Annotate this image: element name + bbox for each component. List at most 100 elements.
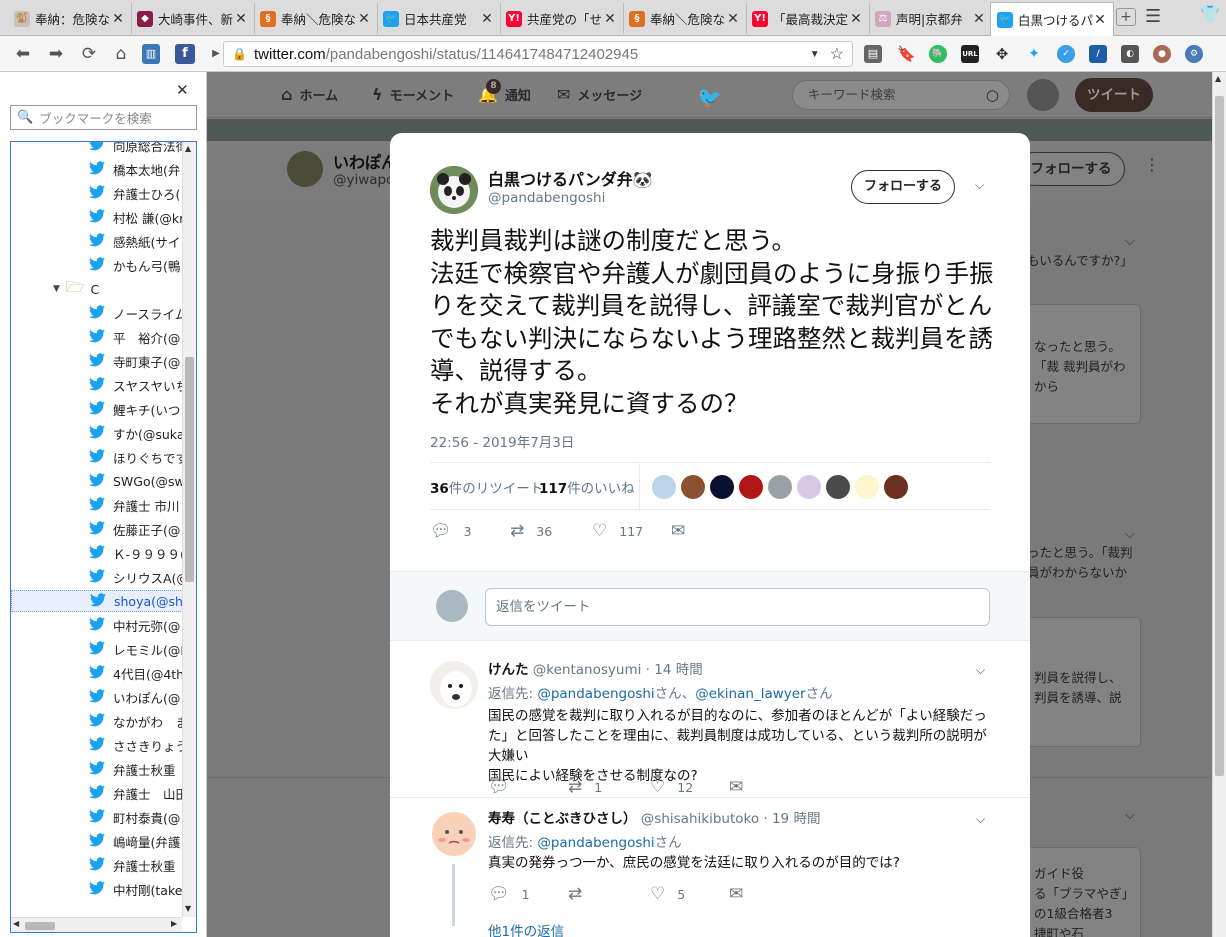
pocket-icon[interactable]: ◐ <box>1121 45 1139 63</box>
bookmarks-icon[interactable]: ▥ <box>142 44 160 64</box>
reply-author-handle[interactable]: @kentanosyumi <box>533 662 642 678</box>
browser-tab[interactable]: ◆ 大崎事件、新 ✕ <box>131 3 255 34</box>
liker-avatar[interactable] <box>739 475 763 499</box>
url-extension-icon[interactable]: URL <box>961 45 979 63</box>
reply-time[interactable]: · 14 時間 <box>646 662 703 678</box>
liker-avatar[interactable] <box>681 475 705 499</box>
reply-tweet[interactable]: けんた @kentanosyumi · 14 時間 ⌵ 返信先: @pandab… <box>390 641 1030 798</box>
bookmark-item[interactable]: 向原総合法律 <box>11 142 183 156</box>
browser-tab[interactable]: Y! 「最高裁決定 ✕ <box>746 3 870 34</box>
bookmark-item[interactable]: レモミル(@L <box>11 638 183 660</box>
reply-to-link[interactable]: @pandabengoshi <box>537 835 654 851</box>
scroll-thumb[interactable] <box>185 357 194 582</box>
liker-avatar[interactable] <box>797 475 821 499</box>
bookmark-item[interactable]: かもん弓(鴨 <box>11 254 183 276</box>
liker-avatar[interactable] <box>652 475 676 499</box>
check-icon[interactable]: ✓ <box>1057 45 1075 63</box>
bookmark-item[interactable]: ささきりょう( <box>11 734 183 756</box>
bookmark-item[interactable]: 中村元弥(@ <box>11 614 183 636</box>
retweet-action[interactable]: ⇄ <box>568 884 594 904</box>
browser-tab[interactable]: § 奉納＼危険な ✕ <box>254 3 378 34</box>
close-tab-icon[interactable]: ✕ <box>111 11 125 27</box>
reply-to-link[interactable]: @pandabengoshi <box>537 686 654 702</box>
reply-to-link[interactable]: @ekinan_lawyer <box>695 686 805 702</box>
reply-author-name[interactable]: 寿寿（ことぶきひさし） <box>488 811 637 827</box>
liker-avatar[interactable] <box>826 475 850 499</box>
chevron-down-icon[interactable]: ⌵ <box>976 663 985 678</box>
folder-expand-icon[interactable]: ▼ <box>53 284 60 294</box>
profile-avatar[interactable] <box>287 151 323 187</box>
chevron-down-icon[interactable]: ⌵ <box>976 812 985 827</box>
home-icon[interactable]: ⌂ <box>110 44 132 64</box>
nav-messages[interactable]: ✉ メッセージ <box>557 85 642 104</box>
move-icon[interactable]: ✥ <box>993 45 1011 63</box>
tab-list-menu-icon[interactable]: ☰ <box>1145 6 1161 27</box>
browser-tab[interactable]: 🐦 白黒つけるパ ✕ <box>990 2 1114 36</box>
more-replies-link[interactable]: 他1件の返信 <box>488 920 564 937</box>
nav-home[interactable]: ⌂ ホーム <box>281 85 338 104</box>
browser-tab[interactable]: § 奉納＼危険な ✕ <box>623 3 747 34</box>
reply-tweet[interactable]: 寿寿（ことぶきひさし） @shisahikibutoko · 19 時間 ⌵ 返… <box>390 798 1030 937</box>
close-tab-icon[interactable]: ✕ <box>234 11 248 27</box>
bookmark-item[interactable]: 弁護士 市川 <box>11 494 183 516</box>
reply-action[interactable]: 💬︎ 1 <box>488 884 530 904</box>
dropbox-icon[interactable]: ✦ <box>1025 45 1043 63</box>
likes-stat[interactable]: 117件のいいね <box>539 477 635 497</box>
bookmark-item[interactable]: すか(@suka <box>11 422 183 444</box>
chevron-down-icon[interactable]: ⌵ <box>1125 808 1135 823</box>
bookmark-star-icon[interactable]: ☆ <box>830 44 844 64</box>
bookmark-folder[interactable]: ▼ 🗁 C <box>11 278 183 300</box>
reply-author-handle[interactable]: @shisahikibutoko <box>641 811 759 827</box>
bookmark-tree[interactable]: 向原総合法律 橋本太地(弁 弁護士ひろ(村松 謙(@kr 感熱紙(サイ かもん弓(鴨 ▼ 🗁… <box>10 141 197 933</box>
url-dropdown-icon[interactable]: ▼ <box>810 49 820 60</box>
reply-action[interactable]: 💬︎ <box>488 777 522 797</box>
bookmark-search-input[interactable]: 🔍 ブックマークを検索 <box>10 105 197 130</box>
reply-author-avatar[interactable] <box>430 810 478 858</box>
chevron-down-icon[interactable]: ⌵ <box>975 178 984 193</box>
like-action[interactable]: ♡ 12 <box>650 777 693 797</box>
bookmark-item[interactable]: 中村剛(take <box>11 878 183 900</box>
retweet-action[interactable]: ⇄ 1 <box>568 777 602 797</box>
page-scroll-thumb[interactable] <box>1215 96 1224 776</box>
bookmark-item[interactable]: 町村泰貴(@ <box>11 806 183 828</box>
like-action[interactable]: ♡ 117 <box>592 521 643 541</box>
bookmark-item[interactable]: スヤスヤいち <box>11 374 183 396</box>
address-bar[interactable]: 🔒 twitter.com/pandabengoshi/status/11464… <box>223 41 853 67</box>
scroll-right-arrow-icon[interactable]: ▶ <box>171 919 177 928</box>
bookmark-item[interactable]: shoya(@sh <box>11 590 183 612</box>
bookmark-horizontal-scrollbar[interactable]: ◀ ▶ <box>11 917 182 932</box>
tweet-button[interactable]: ツイート <box>1075 78 1153 112</box>
nav-notifications[interactable]: 🔔 8 通知 <box>478 79 531 104</box>
close-tab-icon[interactable]: ✕ <box>357 11 371 27</box>
bookmark-item[interactable]: シリウスA(@ <box>11 566 183 588</box>
scroll-left-arrow-icon[interactable]: ◀ <box>13 919 19 928</box>
bookmark-item[interactable]: 弁護士秋重 <box>11 854 183 876</box>
bookmark-item[interactable]: 鯉キチ(いつ <box>11 398 183 420</box>
nav-moments[interactable]: ϟ モーメント <box>372 85 454 104</box>
liker-avatar[interactable] <box>855 475 879 499</box>
browser-tab[interactable]: 🐒 奉納：危険な ✕ <box>8 3 132 34</box>
bookmark-item[interactable]: ノースライム( <box>11 302 183 324</box>
close-tab-icon[interactable]: ✕ <box>1093 12 1107 28</box>
settings-gear-icon[interactable]: ⚙ <box>1185 45 1203 63</box>
author-handle[interactable]: @pandabengoshi <box>488 190 605 206</box>
dm-action[interactable]: ✉ <box>729 777 755 797</box>
bookmark-item[interactable]: 弁護士ひろ( <box>11 182 183 204</box>
reply-author-name[interactable]: けんた <box>488 662 529 678</box>
browser-tab[interactable]: Y! 共産党の「せ ✕ <box>500 3 624 34</box>
close-tab-icon[interactable]: ✕ <box>603 11 617 27</box>
evernote-icon[interactable]: 🐘 <box>929 45 947 63</box>
bookmark-item[interactable]: 寺町東子(@ <box>11 350 183 372</box>
reply-action[interactable]: 💬︎ 3 <box>430 521 472 541</box>
reload-icon[interactable]: ⟳ <box>78 44 100 64</box>
bookmark-item[interactable]: 佐藤正子(@ <box>11 518 183 540</box>
scroll-down-arrow-icon[interactable]: ▼ <box>185 904 191 913</box>
retweet-action[interactable]: ⇄ 36 <box>510 521 552 541</box>
browser-tab[interactable]: ⚖ 声明|京都弁 ✕ <box>869 3 993 34</box>
bookmark-item[interactable]: なかがわ ま <box>11 710 183 732</box>
chevron-down-icon[interactable]: ⌵ <box>1125 234 1135 249</box>
follow-button[interactable]: フォローする <box>851 170 955 204</box>
twitter-bird-logo-icon[interactable]: 🐦 <box>697 85 722 109</box>
profile-handle[interactable]: @yiwapo <box>333 172 394 188</box>
back-icon[interactable]: ⬅ <box>12 44 34 64</box>
